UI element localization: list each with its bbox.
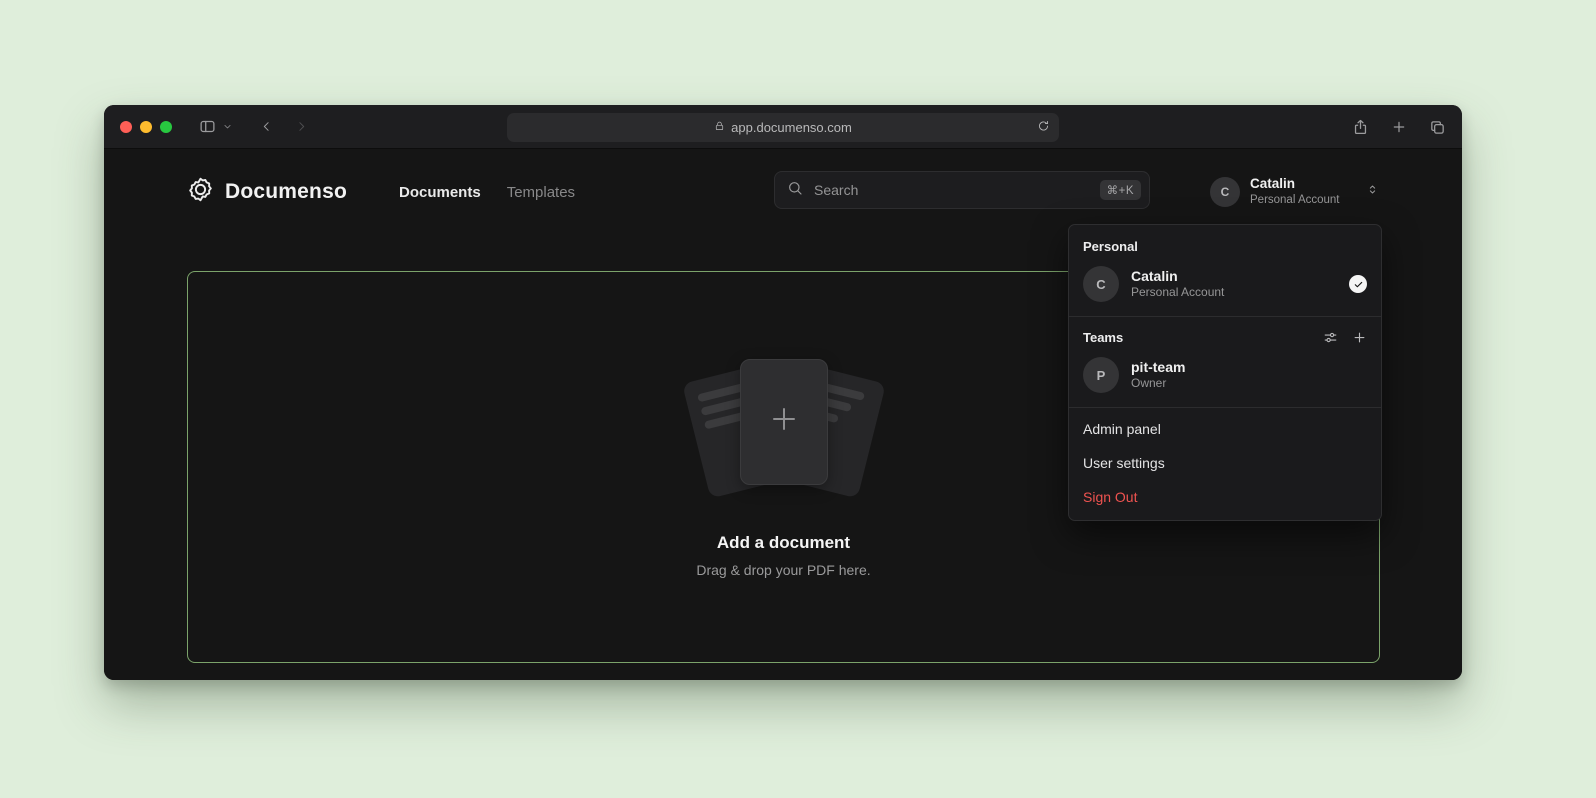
traffic-lights — [120, 121, 172, 133]
chevron-up-down-icon — [1366, 182, 1379, 202]
search-input[interactable] — [812, 181, 1091, 199]
account-type: Personal Account — [1131, 285, 1224, 301]
divider — [1069, 316, 1381, 317]
account-menu-trigger[interactable]: C Catalin Personal Account — [1210, 173, 1379, 211]
teams-heading: Teams — [1083, 330, 1309, 345]
close-window-button[interactable] — [120, 121, 132, 133]
sidebar-toggle-icon[interactable] — [198, 118, 217, 135]
nav-documents[interactable]: Documents — [399, 184, 481, 201]
documents-stack-illustration — [681, 357, 887, 505]
avatar: C — [1210, 177, 1240, 207]
search-icon — [787, 180, 803, 201]
plus-icon — [769, 404, 799, 439]
share-icon[interactable] — [1352, 118, 1369, 136]
forward-button[interactable] — [295, 119, 308, 134]
lock-icon — [714, 120, 725, 135]
avatar: C — [1083, 266, 1119, 302]
teams-section-header: Teams — [1069, 321, 1381, 351]
account-dropdown-menu: Personal C Catalin Personal Account Team… — [1068, 224, 1382, 521]
toolbar-right-actions — [1352, 105, 1446, 149]
document-card-front — [740, 359, 828, 485]
url-text: app.documenso.com — [731, 120, 852, 135]
chevron-down-icon[interactable] — [223, 122, 232, 131]
team-role: Owner — [1131, 376, 1185, 392]
account-name: Catalin — [1131, 267, 1224, 285]
refresh-icon[interactable] — [1037, 119, 1050, 136]
account-name: Catalin — [1250, 176, 1340, 193]
dropzone-title: Add a document — [717, 533, 850, 553]
personal-section-heading: Personal — [1069, 229, 1381, 260]
personal-account-row[interactable]: C Catalin Personal Account — [1069, 260, 1381, 312]
main-nav: Documents Templates — [399, 173, 575, 211]
zoom-window-button[interactable] — [160, 121, 172, 133]
menu-item-admin-panel[interactable]: Admin panel — [1069, 412, 1381, 446]
brand-name: Documenso — [225, 180, 347, 204]
new-tab-icon[interactable] — [1391, 119, 1407, 135]
address-bar[interactable]: app.documenso.com — [507, 113, 1059, 142]
dropzone-subtitle: Drag & drop your PDF here. — [696, 562, 870, 578]
search-shortcut-badge: ⌘+K — [1100, 180, 1141, 200]
browser-window: app.documenso.com — [104, 105, 1462, 680]
divider — [1069, 407, 1381, 408]
tab-overview-icon[interactable] — [1429, 119, 1446, 136]
minimize-window-button[interactable] — [140, 121, 152, 133]
back-button[interactable] — [260, 119, 273, 134]
menu-item-sign-out[interactable]: Sign Out — [1069, 480, 1381, 514]
documenso-logo-icon — [187, 176, 214, 208]
nav-templates[interactable]: Templates — [507, 184, 575, 201]
brand-logo-group[interactable]: Documenso — [187, 173, 347, 211]
team-row[interactable]: P pit-team Owner — [1069, 351, 1381, 403]
team-name: pit-team — [1131, 358, 1185, 376]
selected-check-icon — [1349, 275, 1367, 293]
search-box[interactable]: ⌘+K — [774, 171, 1150, 209]
avatar: P — [1083, 357, 1119, 393]
documenso-app: Documenso Documents Templates ⌘+K C Cata… — [104, 149, 1462, 680]
menu-item-user-settings[interactable]: User settings — [1069, 446, 1381, 480]
account-type: Personal Account — [1250, 193, 1340, 207]
add-team-icon[interactable] — [1352, 330, 1367, 345]
manage-teams-icon[interactable] — [1323, 330, 1338, 345]
browser-toolbar: app.documenso.com — [104, 105, 1462, 149]
